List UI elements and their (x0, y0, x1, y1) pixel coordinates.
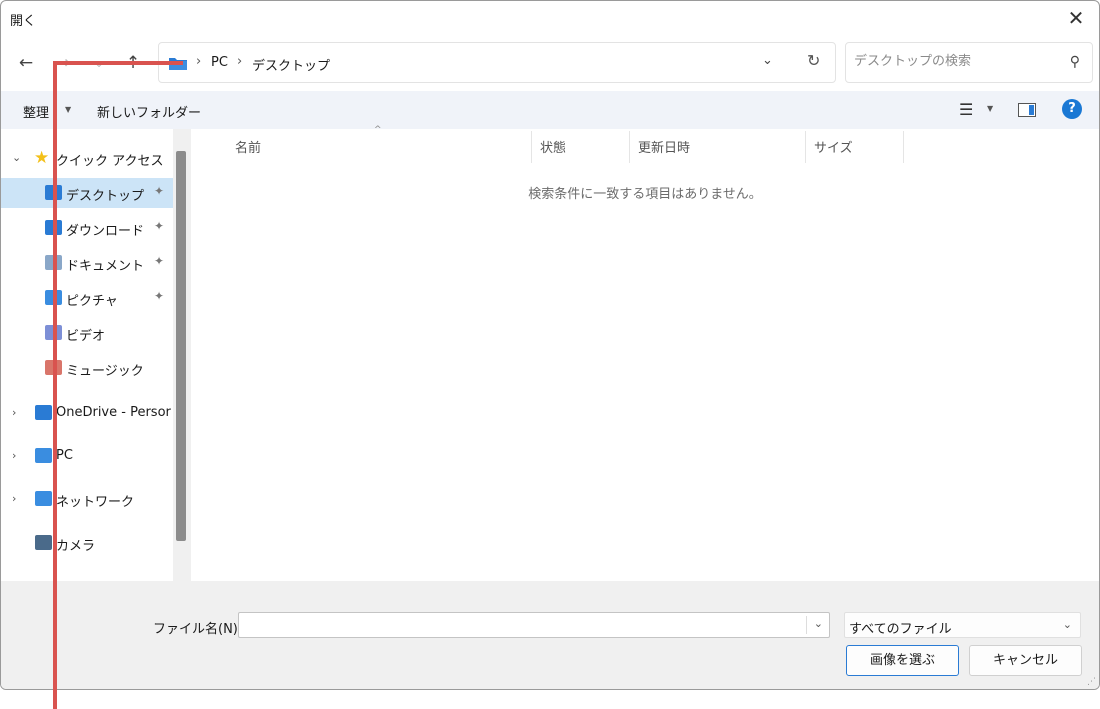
sidebar-item-label: ピクチャ (66, 294, 118, 309)
navigation-scrollbar[interactable] (173, 129, 191, 581)
dialog-footer: ファイル名(N): ⌄ すべてのファイル ⌄ 画像を選ぶ キャンセル ⋰ (1, 581, 1099, 689)
view-options-icon[interactable]: ☰ (959, 100, 973, 119)
file-list: ^ 名前 状態 更新日時 サイズ 検索条件に一致する項目はありません。 (191, 125, 1099, 581)
column-header-status[interactable]: 状態 (540, 137, 566, 156)
sidebar-item-pc[interactable]: › PC (1, 441, 173, 471)
window-title: 開く (10, 14, 37, 29)
column-divider[interactable] (805, 131, 806, 163)
title-bar: 開く ✕ (1, 1, 1099, 37)
column-header-size[interactable]: サイズ (814, 137, 853, 156)
scrollbar-thumb[interactable] (176, 151, 186, 541)
sidebar-item-label: PC (56, 448, 73, 463)
annotation-line (53, 61, 183, 65)
filename-label: ファイル名(N): (153, 622, 243, 637)
chevron-down-icon[interactable]: ⌄ (762, 53, 773, 68)
sidebar-item-documents[interactable]: ドキュメント ✦ (1, 248, 173, 278)
chevron-down-icon[interactable]: ⌄ (12, 151, 21, 164)
close-icon[interactable]: ✕ (1063, 6, 1089, 30)
star-icon: ★ (34, 148, 50, 168)
chevron-right-icon[interactable]: › (12, 449, 16, 462)
breadcrumb-pc[interactable]: PC (211, 55, 228, 70)
filetype-value: すべてのファイル (849, 622, 952, 637)
breadcrumb-desktop[interactable]: デスクトップ (252, 55, 330, 74)
pin-icon[interactable]: ✦ (154, 254, 164, 268)
column-header-modified[interactable]: 更新日時 (638, 137, 690, 156)
breadcrumb-separator: › (196, 54, 202, 69)
sidebar-item-label: ミュージック (66, 364, 144, 379)
refresh-icon[interactable]: ↻ (807, 51, 820, 70)
cancel-button[interactable]: キャンセル (969, 645, 1082, 676)
sidebar-item-label: ビデオ (66, 329, 106, 344)
sidebar-item-label: ダウンロード (66, 224, 145, 239)
pin-icon[interactable]: ✦ (154, 289, 164, 303)
pin-icon[interactable]: ✦ (154, 219, 164, 233)
sidebar-item-label: ドキュメント (66, 259, 145, 274)
sidebar-item-desktop[interactable]: デスクトップ ✦ (1, 178, 173, 208)
select-image-button[interactable]: 画像を選ぶ (846, 645, 959, 676)
sidebar-item-label: OneDrive - Persor (56, 405, 171, 420)
sidebar-item-network[interactable]: › ネットワーク (1, 484, 173, 514)
sidebar-item-label: クイック アクセス (56, 154, 164, 169)
filename-combobox[interactable]: ⌄ (238, 612, 830, 638)
sidebar-item-label: カメラ (56, 539, 96, 554)
empty-message: 検索条件に一致する項目はありません。 (528, 187, 762, 202)
address-bar[interactable]: › PC › デスクトップ ⌄ ↻ (158, 42, 836, 83)
annotation-line (53, 61, 57, 709)
column-divider[interactable] (903, 131, 904, 163)
chevron-down-icon[interactable]: ⌄ (1063, 618, 1072, 631)
sidebar-item-music[interactable]: ミュージック (1, 353, 173, 383)
chevron-down-icon[interactable]: ▼ (987, 104, 993, 113)
sidebar-item-onedrive[interactable]: › OneDrive - Persor (1, 398, 173, 428)
onedrive-icon (35, 405, 52, 420)
column-divider[interactable] (531, 131, 532, 163)
pin-icon[interactable]: ✦ (154, 184, 164, 198)
search-input[interactable] (852, 53, 1056, 70)
column-header-name[interactable]: 名前 (235, 137, 261, 156)
resize-grip-icon[interactable]: ⋰ (1087, 677, 1096, 687)
divider (806, 616, 807, 634)
new-folder-button[interactable]: 新しいフォルダー (97, 102, 201, 121)
network-icon (35, 491, 52, 506)
camera-icon (35, 535, 52, 550)
search-box[interactable]: ⚲ (845, 42, 1093, 83)
sidebar-item-downloads[interactable]: ダウンロード ✦ (1, 213, 173, 243)
preview-pane-icon[interactable] (1018, 103, 1036, 117)
sidebar-item-videos[interactable]: ビデオ (1, 318, 173, 348)
sort-caret-icon: ^ (374, 125, 382, 135)
search-icon[interactable]: ⚲ (1070, 54, 1080, 70)
sidebar-item-pictures[interactable]: ピクチャ ✦ (1, 283, 173, 313)
chevron-right-icon[interactable]: › (12, 406, 16, 419)
pc-icon (35, 448, 52, 463)
filetype-select[interactable]: すべてのファイル ⌄ (844, 612, 1081, 638)
sidebar-item-camera[interactable]: カメラ (1, 528, 173, 558)
sidebar-item-quick-access[interactable]: ⌄ ★ クイック アクセス (1, 143, 173, 173)
sidebar-item-label: ネットワーク (56, 495, 135, 510)
filename-input[interactable] (243, 617, 807, 634)
command-bar: 整理 ▼ 新しいフォルダー ☰ ▼ ? (1, 91, 1099, 129)
chevron-down-icon[interactable]: ⌄ (814, 617, 823, 630)
sidebar-item-label: デスクトップ (66, 189, 145, 204)
navigation-pane: ⌄ ★ クイック アクセス デスクトップ ✦ ダウンロード ✦ ドキュメント ✦… (1, 129, 175, 581)
chevron-down-icon: ▼ (65, 105, 72, 114)
breadcrumb-separator: › (237, 54, 243, 69)
back-arrow-icon[interactable]: ← (12, 49, 40, 77)
open-file-dialog: 開く ✕ ← → ⌄ ↑ › PC › デスクトップ ⌄ ↻ ⚲ 整理 ▼ 新し… (0, 0, 1100, 690)
organize-button[interactable]: 整理 (23, 102, 49, 121)
chevron-right-icon[interactable]: › (12, 492, 16, 505)
help-icon[interactable]: ? (1062, 99, 1082, 119)
column-divider[interactable] (629, 131, 630, 163)
